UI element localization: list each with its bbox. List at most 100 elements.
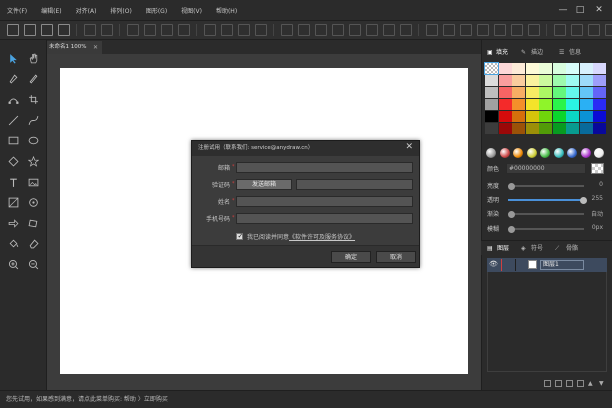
select-tool-icon[interactable] [6,51,20,65]
export-icon[interactable] [57,24,70,36]
undo-icon[interactable] [83,24,96,36]
opacity-slider[interactable] [508,196,587,204]
color-swatch[interactable] [566,111,579,122]
color-swatch[interactable] [566,123,579,134]
menu-arrange[interactable]: 排列(O) [103,6,138,15]
color-swatch[interactable] [525,111,539,122]
bring-front-icon[interactable] [237,24,250,36]
menu-file[interactable]: 文件(F) [0,6,34,15]
color-swatch[interactable] [512,87,525,98]
zoom-out-icon[interactable] [26,257,40,271]
eraser-tool-icon[interactable] [26,236,40,250]
color-swatch[interactable] [593,123,606,134]
align-right-icon[interactable] [314,24,327,36]
layers-tab-icon[interactable]: ▤ [487,242,493,256]
new-file-icon[interactable] [6,24,19,36]
gradient-swatch[interactable] [486,148,496,158]
color-swatch[interactable] [552,75,566,86]
color-swatch[interactable] [512,111,525,122]
send-code-button[interactable]: 发送邮箱 [236,179,292,190]
menu-edit[interactable]: 编辑(E) [34,6,68,15]
color-swatch[interactable] [512,75,525,86]
move-down-icon[interactable]: ▼ [599,380,606,387]
tab-fill[interactable]: 填充 [496,46,508,60]
eye-icon[interactable]: 👁 [489,260,498,268]
color-swatch[interactable] [579,63,593,74]
transform-tool-icon[interactable] [6,216,20,230]
color-swatch[interactable] [512,123,525,134]
gradient-tool-icon[interactable] [6,195,20,209]
color-swatch[interactable] [484,62,499,75]
eyedropper-tool-icon[interactable] [26,195,40,209]
color-swatch[interactable] [593,87,606,98]
text-tool-icon[interactable] [6,175,20,189]
maximize-button[interactable]: □ [573,3,587,17]
menu-view[interactable]: 视图(V) [174,6,209,15]
delete-layer-icon[interactable] [577,379,584,387]
duplicate-layer-icon[interactable] [566,379,573,387]
color-swatch[interactable] [498,111,512,122]
gradient-swatch[interactable] [499,148,510,158]
rotate-icon[interactable] [459,24,472,36]
color-swatch[interactable] [525,123,539,134]
color-swatch[interactable] [579,111,593,122]
color-swatch[interactable] [525,75,539,86]
color-value-field[interactable]: #00000000 [506,163,586,174]
fill-tool-icon[interactable] [6,236,20,250]
layer-row[interactable]: 👁 图层1 [487,258,607,272]
color-swatch[interactable] [539,63,552,74]
color-swatch[interactable] [485,87,498,98]
dialog-close-icon[interactable]: ✕ [405,142,413,152]
gradient-swatch[interactable] [580,148,591,158]
agree-checkbox[interactable] [236,232,243,240]
gradient-swatch[interactable] [594,148,604,158]
color-swatch[interactable] [552,99,566,110]
node-icon[interactable] [570,24,583,36]
minimize-button[interactable]: — [556,3,570,17]
redo-icon[interactable] [100,24,113,36]
name-field[interactable] [236,196,413,207]
move-up-icon[interactable]: ▲ [588,380,595,387]
flip-h-icon[interactable] [425,24,438,36]
blur-knob[interactable] [508,210,515,218]
tab-symbols[interactable]: 符号 [531,242,543,256]
rectangle-tool-icon[interactable] [6,133,20,147]
color-swatch[interactable] [539,99,552,110]
brightness-slider[interactable] [508,182,584,190]
gradient-swatch[interactable] [567,148,577,158]
line-tool-icon[interactable] [6,113,20,127]
color-swatch[interactable] [485,111,498,122]
blur2-slider[interactable] [508,225,584,233]
gradient-swatch[interactable] [513,148,523,158]
distort-tool-icon[interactable] [26,216,40,230]
crop-tool-icon[interactable] [26,92,40,106]
distribute-h-icon[interactable] [382,24,395,36]
info-tab-icon[interactable]: ☰ [559,46,564,60]
color-swatch[interactable] [485,123,498,134]
tab-stroke[interactable]: 描边 [531,46,543,60]
close-tab-icon[interactable]: ✕ [93,41,101,54]
gradient-swatch[interactable] [553,148,564,158]
layer-folder-icon[interactable] [555,379,562,387]
cut-icon[interactable] [126,24,139,36]
color-swatch[interactable] [498,87,512,98]
color-swatch[interactable] [579,87,593,98]
color-swatch[interactable] [498,99,512,110]
color-swatch[interactable] [579,123,593,134]
curve-tool-icon[interactable] [26,113,40,127]
intersect-icon[interactable] [510,24,523,36]
color-swatch[interactable] [498,123,512,134]
color-swatch[interactable] [539,111,552,122]
blur2-knob[interactable] [508,225,515,233]
color-swatch[interactable] [539,87,552,98]
email-field[interactable] [236,162,413,173]
send-back-icon[interactable] [254,24,267,36]
color-swatch[interactable] [539,75,552,86]
license-agreement-link[interactable]: 《软件许可及服务协议》 [289,234,355,241]
tab-info[interactable]: 信息 [569,46,581,60]
text-path-icon[interactable] [587,24,600,36]
ungroup-icon[interactable] [220,24,233,36]
open-file-icon[interactable] [23,24,36,36]
zoom-in-icon[interactable] [6,257,20,271]
ellipse-tool-icon[interactable] [26,133,40,147]
